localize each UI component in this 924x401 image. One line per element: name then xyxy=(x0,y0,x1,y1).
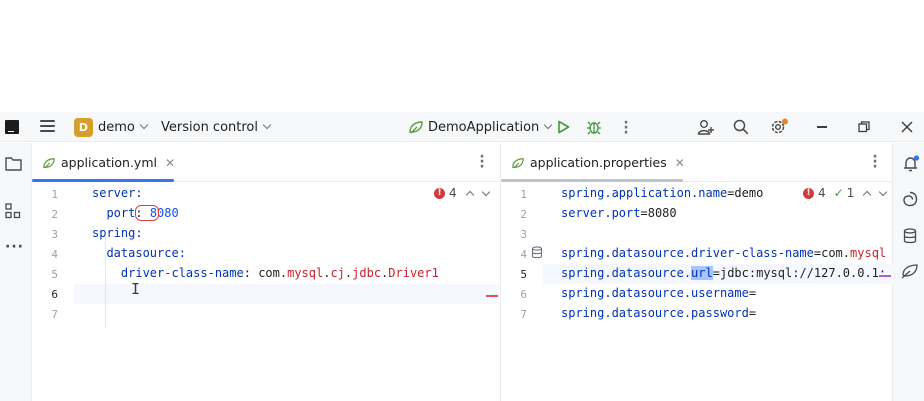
chevron-down-icon xyxy=(544,120,553,130)
tab-indicator xyxy=(501,179,683,182)
close-icon[interactable] xyxy=(901,121,913,133)
code-line: server: xyxy=(92,186,143,200)
more-icon[interactable]: · · · xyxy=(478,150,486,174)
code-area[interactable]: server: port: 8080 spring: datasource: dr… xyxy=(92,183,439,323)
line-number: 1 xyxy=(520,188,527,201)
error-stripe-marker[interactable] xyxy=(486,295,498,297)
spring-icon xyxy=(43,157,55,169)
line-number: 1 xyxy=(51,188,58,201)
code-line: server.port=8080 xyxy=(561,206,677,220)
search-icon[interactable] xyxy=(733,119,749,135)
ai-icon[interactable] xyxy=(902,191,918,207)
desktop-background xyxy=(0,0,924,112)
active-tab-indicator xyxy=(32,179,174,182)
editor-right: application.properties ✕ · · · 1 2 3 4 5 6… xyxy=(500,143,893,401)
code-line: datasource: xyxy=(106,246,186,260)
inspection-widget[interactable]: ! 4 xyxy=(434,186,490,200)
structure-icon[interactable] xyxy=(5,203,21,219)
endpoints-icon[interactable] xyxy=(901,263,919,279)
line-gutter: 1 2 3 4 5 6 7 xyxy=(32,183,74,401)
title-bar: D demo Version control DemoApplication ·… xyxy=(0,112,924,142)
more-tools-icon[interactable]: ··· xyxy=(5,239,24,255)
line-number: 2 xyxy=(520,208,527,221)
line-number: 3 xyxy=(51,228,58,241)
line-number: 5 xyxy=(520,268,527,281)
error-icon: ! xyxy=(434,187,445,199)
run-config-selector[interactable]: DemoApplication xyxy=(428,112,553,142)
error-highlight-marker xyxy=(135,205,159,221)
notifications-icon[interactable] xyxy=(902,155,920,173)
code-area[interactable]: spring.application.name=demo server.port=… xyxy=(561,183,893,323)
inspection-widget[interactable]: ! 4 ✓ 1 xyxy=(801,186,888,200)
restore-icon[interactable] xyxy=(858,121,870,133)
project-name: demo xyxy=(98,119,135,135)
run-config-name: DemoApplication xyxy=(428,119,540,135)
line-number: 3 xyxy=(520,228,527,241)
spring-icon xyxy=(512,157,524,169)
app-logo[interactable] xyxy=(5,120,19,134)
chevron-down-icon xyxy=(262,120,272,130)
close-tab-icon[interactable]: ✕ xyxy=(165,156,175,170)
text-cursor: I xyxy=(131,280,141,298)
project-folder-icon[interactable] xyxy=(5,156,22,171)
right-tool-strip xyxy=(892,143,924,401)
tab-label: application.properties xyxy=(530,155,667,170)
line-number: 7 xyxy=(520,308,527,321)
previous-problem-icon[interactable] xyxy=(465,190,474,199)
line-number: 7 xyxy=(51,308,58,321)
checkmark-icon: ✓ xyxy=(833,186,844,200)
error-count: 4 xyxy=(818,186,826,200)
left-tool-strip: ··· xyxy=(0,143,32,401)
tab-bar: application.yml ✕ · · · xyxy=(32,143,499,182)
code-line: spring.datasource.username= xyxy=(561,286,757,300)
ok-count: 1 xyxy=(846,186,855,200)
code-line: spring.datasource.password= xyxy=(561,306,757,320)
warning-stripe-marker[interactable] xyxy=(879,275,891,277)
next-problem-icon[interactable] xyxy=(481,187,490,196)
database-icon[interactable] xyxy=(531,246,543,259)
database-icon[interactable] xyxy=(903,228,917,244)
chevron-down-icon xyxy=(139,120,149,130)
next-problem-icon[interactable] xyxy=(879,187,888,196)
vcs-label: Version control xyxy=(161,119,258,135)
tab-application-properties[interactable]: application.properties ✕ xyxy=(511,143,685,182)
line-number: 6 xyxy=(51,288,58,301)
vcs-selector[interactable]: Version control xyxy=(161,112,272,142)
line-number: 4 xyxy=(51,248,58,261)
line-number: 5 xyxy=(51,268,58,281)
run-icon[interactable] xyxy=(557,120,570,134)
code-line: spring: xyxy=(92,226,143,240)
previous-problem-icon[interactable] xyxy=(863,190,872,199)
add-user-icon[interactable] xyxy=(697,118,715,136)
code-line: spring.datasource.url=jdbc:mysql://127.0… xyxy=(561,266,887,280)
code-line: spring.datasource.driver-class-name=com.… xyxy=(561,246,887,260)
line-gutter: 1 2 3 4 5 6 7 xyxy=(501,183,543,401)
line-number: 2 xyxy=(51,208,58,221)
minimize-icon[interactable] xyxy=(817,126,827,128)
tab-bar: application.properties ✕ · · · xyxy=(501,143,892,182)
close-tab-icon[interactable]: ✕ xyxy=(675,156,685,170)
line-number: 6 xyxy=(520,288,527,301)
error-count: 4 xyxy=(449,186,457,200)
code-line: driver-class-name: com.mysql.cj.jdbc.Dri… xyxy=(120,266,439,280)
tab-application-yml[interactable]: application.yml ✕ xyxy=(42,143,175,182)
main-menu-icon[interactable] xyxy=(40,120,55,133)
editor-left: application.yml ✕ · · · 1 2 3 4 5 6 7 serv… xyxy=(32,143,499,401)
settings-icon[interactable] xyxy=(769,118,789,136)
spring-icon xyxy=(409,121,423,134)
tab-label: application.yml xyxy=(61,155,157,170)
project-badge[interactable]: D xyxy=(74,118,93,137)
debug-icon[interactable] xyxy=(586,119,602,135)
more-icon[interactable]: · · · xyxy=(871,150,879,174)
line-number: 4 xyxy=(520,248,527,261)
more-icon[interactable]: · · · xyxy=(622,116,630,140)
project-selector[interactable]: demo xyxy=(98,112,149,142)
error-icon: ! xyxy=(803,187,814,199)
